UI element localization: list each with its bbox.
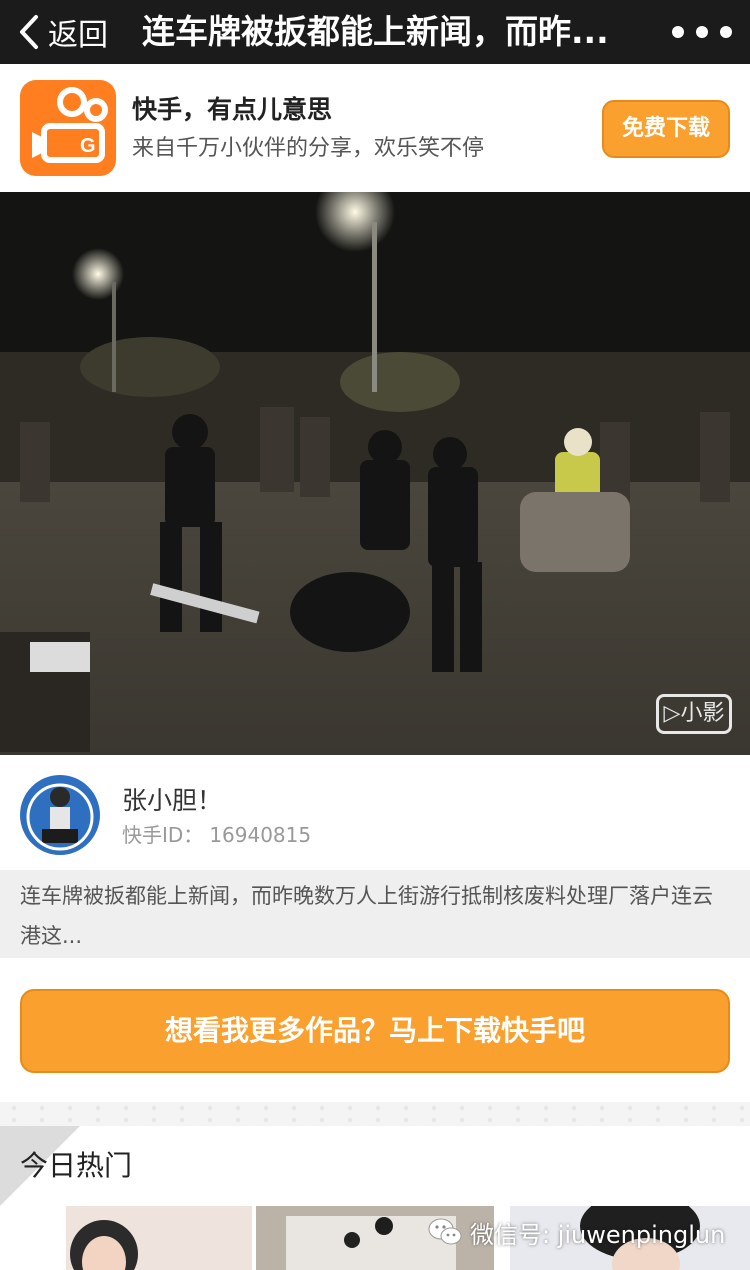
app-banner: G 快手，有点儿意思 来自千万小伙伴的分享，欢乐笑不停 免费下载 [0, 64, 750, 192]
today-hot-section: 今日热门 微信号: jiuwenpinglun [0, 1126, 750, 1270]
more-dots-icon[interactable] [672, 0, 732, 64]
video-player[interactable]: ▷小影 [0, 192, 750, 755]
wechat-watermark: 微信号: jiuwenpinglun [428, 1212, 725, 1252]
svg-text:G: G [80, 135, 96, 157]
author-id-label: 快手ID： [122, 823, 204, 847]
page-title: 连车牌被扳都能上新闻，而昨... [142, 12, 609, 51]
chevron-left-icon [20, 15, 38, 49]
author-name: 张小胆！ [122, 786, 223, 815]
app-name: 快手，有点儿意思 [132, 95, 333, 124]
wechat-icon [428, 1218, 462, 1245]
back-label: 返回 [48, 18, 108, 53]
back-button[interactable]: 返回 [16, 0, 108, 64]
download-kuaishou-button[interactable]: 想看我更多作品？马上下载快手吧 [20, 989, 730, 1073]
video-frame-image [0, 192, 750, 755]
top-nav-bar: 返回 连车牌被扳都能上新闻，而昨... [0, 0, 750, 64]
wechat-id: 微信号: jiuwenpinglun [470, 1220, 726, 1249]
video-description: 连车牌被扳都能上新闻，而昨晚数万人上街游行抵制核废料处理厂落户连云港这... [0, 870, 750, 958]
kuaishou-logo: G [20, 80, 116, 176]
app-slogan: 来自千万小伙伴的分享，欢乐笑不停 [132, 136, 485, 161]
author-id: 快手ID： 16940815 [122, 819, 311, 848]
free-download-button[interactable]: 免费下载 [602, 100, 730, 158]
avatar[interactable] [20, 775, 100, 855]
today-hot-title: 今日热门 [20, 1149, 133, 1182]
hot-thumbnail-1[interactable] [66, 1206, 252, 1270]
section-divider [0, 1102, 750, 1126]
video-watermark: ▷小影 [656, 694, 732, 734]
author-section: 张小胆！ 快手ID： 16940815 [0, 755, 750, 870]
author-id-value: 16940815 [209, 823, 312, 847]
